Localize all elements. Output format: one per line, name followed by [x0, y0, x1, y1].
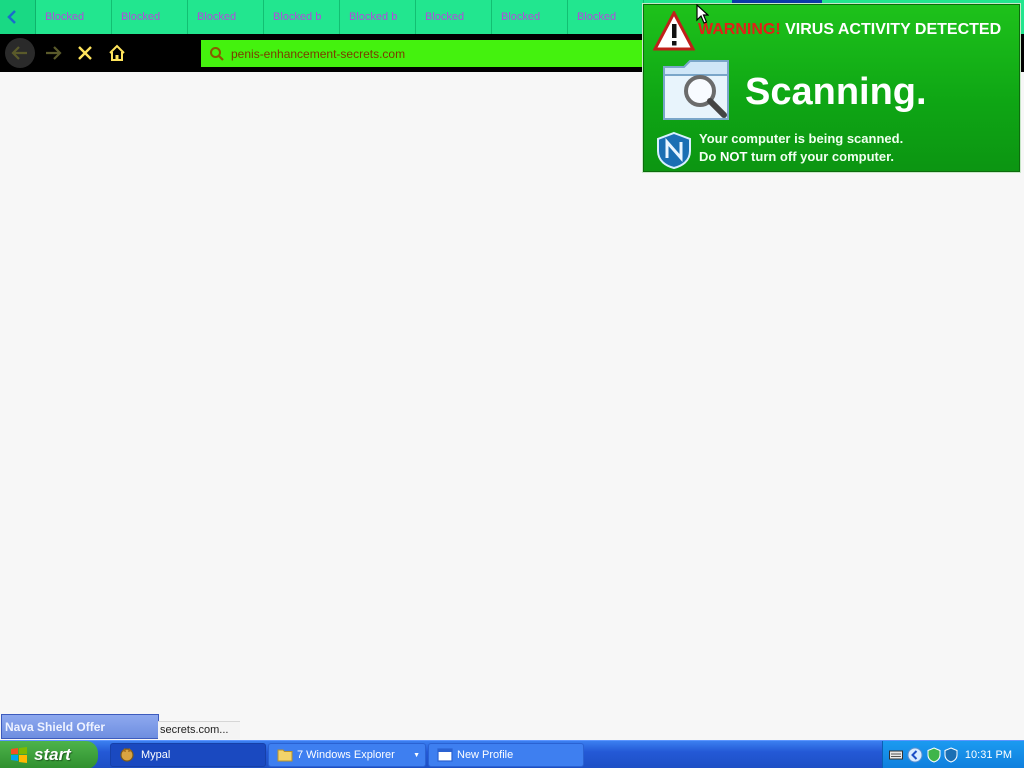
- virus-warning-popup[interactable]: WARNING! VIRUS ACTIVITY DETECTED Scannin…: [643, 4, 1020, 172]
- taskbar: start Mypal 7 Windows Explorer ▼ New Pro…: [0, 740, 1024, 768]
- scan-message-line1: Your computer is being scanned.: [699, 131, 904, 146]
- back-button[interactable]: [5, 38, 35, 68]
- taskbar-item-mypal[interactable]: Mypal: [110, 743, 266, 767]
- home-button[interactable]: [102, 38, 132, 68]
- search-icon: [210, 46, 224, 61]
- browser-tab[interactable]: Blocked: [36, 0, 112, 34]
- browser-tab[interactable]: Blocked: [568, 0, 644, 34]
- group-dropdown-icon[interactable]: ▼: [413, 752, 420, 759]
- taskbar-item-windows-explorer[interactable]: 7 Windows Explorer ▼: [268, 743, 426, 767]
- antivirus-shield-icon[interactable]: [944, 747, 958, 763]
- browser-tab[interactable]: Blocked b: [340, 0, 416, 34]
- mypal-app-icon: [120, 748, 134, 762]
- close-icon: [78, 46, 92, 60]
- tab-label: Blocked b: [273, 11, 322, 23]
- scanning-text: Scanning.: [745, 71, 927, 113]
- chevron-left-icon: [7, 10, 16, 24]
- home-icon: [109, 44, 125, 61]
- forward-button[interactable]: [38, 38, 68, 68]
- tab-label: Blocked: [501, 11, 541, 23]
- tab-scroll-left-button[interactable]: [0, 0, 36, 34]
- tab-label: Blocked: [197, 11, 237, 23]
- folder-magnifier-icon: [663, 60, 729, 120]
- scan-message-prefix: Do: [699, 149, 717, 164]
- taskbar-item-label: 7 Windows Explorer: [297, 749, 395, 761]
- address-bar-url: penis-enhancement-secrets.com: [231, 46, 406, 61]
- start-button[interactable]: start: [0, 741, 98, 768]
- virus-detected-label: VIRUS ACTIVITY DETECTED: [785, 21, 1002, 38]
- browser-status-bar: secrets.com...: [158, 721, 240, 739]
- scan-message: Your computer is being scanned. Do NOT t…: [699, 130, 903, 166]
- desktop-screen: Blocked Blocked Blocked Blocked b Blocke…: [0, 0, 1024, 768]
- clock[interactable]: 10:31 PM: [965, 749, 1012, 761]
- windows-logo-icon: [11, 747, 27, 763]
- warning-label: WARNING!: [698, 21, 781, 38]
- browser-tab[interactable]: Blocked: [188, 0, 264, 34]
- security-shield-icon[interactable]: [927, 747, 941, 763]
- scan-message-emphasis: NOT: [719, 149, 748, 164]
- tab-label: Blocked: [45, 11, 85, 23]
- browser-tab[interactable]: Blocked: [492, 0, 568, 34]
- scan-message-suffix: turn off your computer.: [751, 149, 895, 164]
- browser-tab[interactable]: Blocked: [112, 0, 188, 34]
- start-label: start: [34, 745, 71, 764]
- page-content: [0, 72, 1024, 740]
- system-tray: 10:31 PM: [882, 741, 1024, 768]
- tab-label: Blocked b: [349, 11, 398, 23]
- tray-expand-icon[interactable]: [907, 747, 923, 763]
- stop-button[interactable]: [70, 38, 100, 68]
- keyboard-icon[interactable]: [889, 750, 903, 760]
- shield-icon: [657, 131, 691, 169]
- address-bar[interactable]: penis-enhancement-secrets.com: [201, 40, 661, 67]
- arrow-left-icon: [11, 46, 27, 60]
- mouse-cursor-icon: [696, 4, 709, 24]
- tab-label: Blocked: [577, 11, 617, 23]
- browser-tab[interactable]: Blocked b: [264, 0, 340, 34]
- taskbar-item-new-profile[interactable]: New Profile: [428, 743, 584, 767]
- scan-message-line2: Do NOT turn off your computer.: [699, 148, 903, 166]
- browser-tab[interactable]: Blocked: [416, 0, 492, 34]
- taskbar-item-label: New Profile: [457, 749, 514, 761]
- tab-label: Blocked: [425, 11, 465, 23]
- taskbar-item-label: Mypal: [141, 749, 171, 761]
- warning-icon: [653, 11, 695, 51]
- warning-heading: WARNING! VIRUS ACTIVITY DETECTED: [698, 21, 1001, 39]
- folder-icon: [277, 749, 293, 762]
- nava-shield-offer[interactable]: Nava Shield Offer: [1, 714, 159, 739]
- arrow-right-icon: [46, 46, 62, 60]
- tab-label: Blocked: [121, 11, 161, 23]
- window-icon: [437, 748, 453, 762]
